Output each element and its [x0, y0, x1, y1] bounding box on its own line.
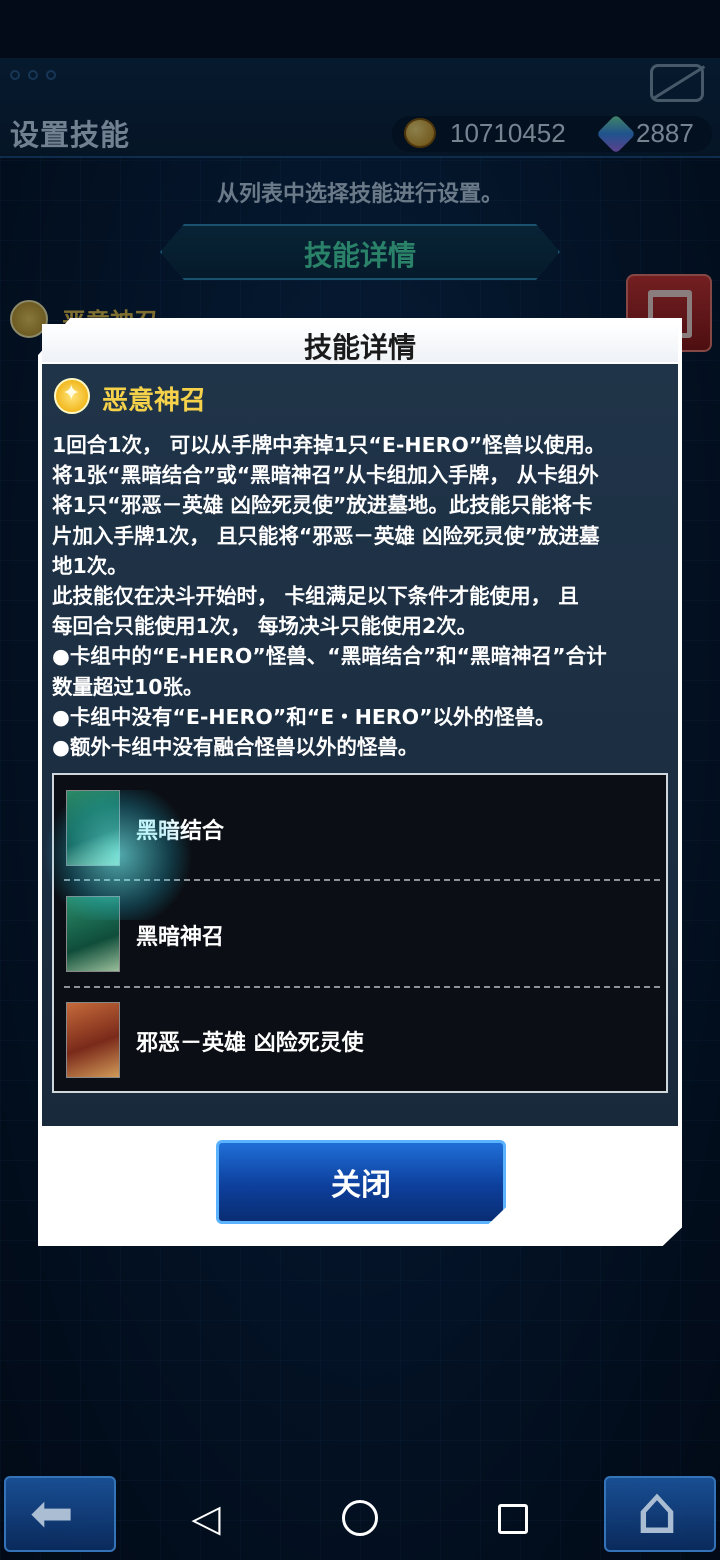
nav-home-icon[interactable] [342, 1500, 378, 1536]
sparkle-effect [38, 790, 198, 920]
description-line: ●卡组中的“E-HERO”怪兽、“黑暗结合”和“黑暗神召”合计 [52, 644, 607, 669]
description-line: 1回合1次， 可以从手牌中弃掉1只“E-HERO”怪兽以使用。 [52, 433, 606, 457]
close-button[interactable] [216, 1140, 506, 1224]
card-name: 黑暗神召 [136, 925, 225, 950]
skill-star-icon [54, 378, 90, 414]
description-line: 片加入手牌1次， 且只能将“邪恶－英雄 凶险死灵使”放进墓 [52, 523, 600, 548]
dialog-title: 技能详情 [303, 331, 416, 364]
description-line: ●额外卡组中没有融合怪兽以外的怪兽。 [52, 735, 419, 760]
description-line: 将1只“邪恶－英雄 凶险死灵使”放进墓地。此技能只能将卡 [52, 493, 593, 518]
card-thumbnail [66, 1002, 120, 1078]
home-icon[interactable] [604, 1472, 716, 1552]
nav-back-icon[interactable]: ◁ [186, 1498, 226, 1538]
description-line: 此技能仅在决斗开始时， 卡组满足以下条件才能使用， 且 [52, 584, 579, 609]
back-arrow-icon[interactable] [4, 1476, 116, 1552]
description-line: 地1次。 [52, 553, 128, 578]
description-line: 每回合只能使用1次， 每场决斗只能使用2次。 [52, 614, 478, 639]
description-line: ●卡组中没有“E-HERO”和“E・HERO”以外的怪兽。 [52, 704, 556, 729]
skill-name: 恶意神召 [102, 386, 207, 416]
description-line: 数量超过10张。 [52, 674, 204, 699]
card-name: 邪恶－英雄 凶险死灵使 [136, 1031, 364, 1056]
nav-recents-icon[interactable] [498, 1504, 528, 1534]
description-line: 将1张“黑暗结合”或“黑暗神召”从卡组加入手牌， 从卡组外 [52, 463, 599, 488]
skill-description: 1回合1次， 可以从手牌中弃掉1只“E-HERO”怪兽以使用。 将1张“黑暗结合… [52, 430, 672, 762]
card-row[interactable]: 邪恶－英雄 凶险死灵使 [54, 987, 666, 1093]
